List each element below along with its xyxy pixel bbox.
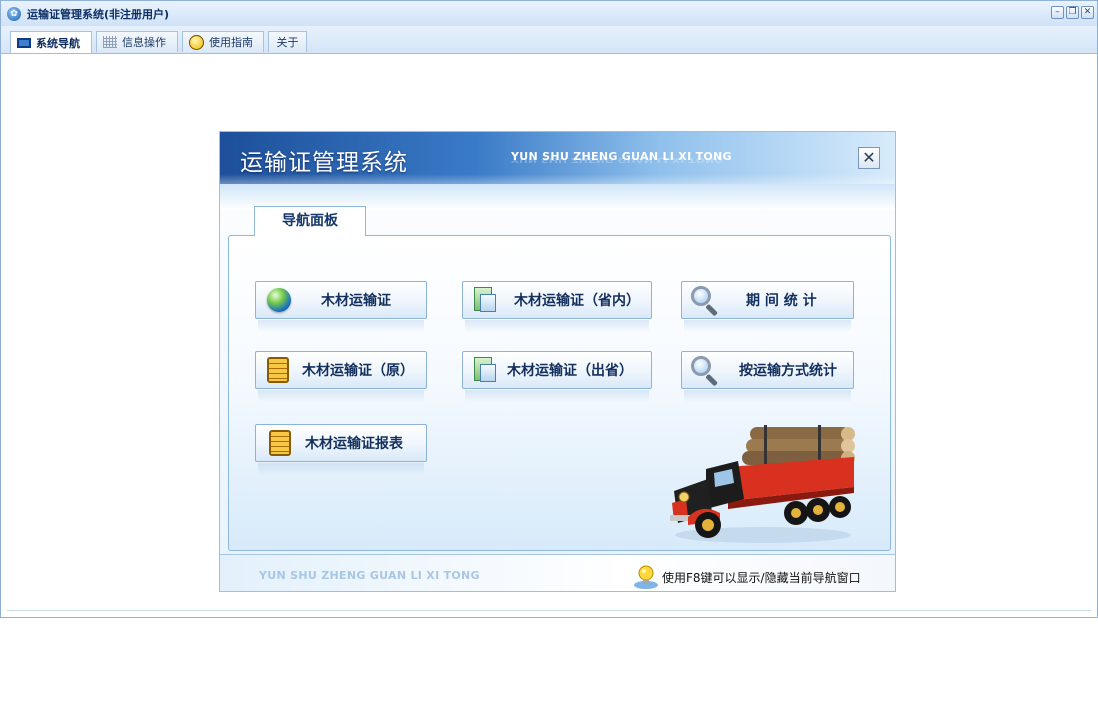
dialog-subtitle-reflection: YUN SHU ZHENG GUAN LI XI TONG: [511, 156, 724, 164]
tab-label: 信息操作: [122, 36, 166, 49]
tab-user-guide[interactable]: 使用指南: [182, 31, 264, 52]
dialog-footer: YUN SHU ZHENG GUAN LI XI TONG 使用F8键可以显示/…: [220, 554, 895, 591]
tab-navigation-panel[interactable]: 导航面板: [254, 206, 366, 236]
lightbulb-icon: [634, 565, 658, 589]
button-label: 木材运输证（省内）: [514, 293, 640, 309]
monitor-icon: [17, 37, 31, 48]
button-label: 木材运输证报表: [305, 436, 403, 452]
help-icon: [189, 34, 204, 50]
card-icon: [474, 287, 496, 313]
tab-label: 使用指南: [209, 36, 253, 49]
transport-mode-statistics-button[interactable]: 按运输方式统计: [681, 351, 854, 402]
tab-strip: 系统导航 信息操作 使用指南 关于: [1, 26, 1097, 54]
title-bar: ✿ 运输证管理系统(非注册用户) – ❐ ✕: [1, 1, 1097, 27]
button-label: 木材运输证: [321, 293, 391, 309]
dialog-close-button[interactable]: ✕: [858, 147, 880, 169]
card-icon: [474, 357, 496, 383]
footer-hint: 使用F8键可以显示/隐藏当前导航窗口: [662, 571, 861, 585]
button-label: 木材运输证（出省）: [507, 363, 633, 379]
footer-brand: YUN SHU ZHENG GUAN LI XI TONG: [259, 569, 480, 582]
document-icon: [267, 357, 289, 383]
button-label: 木材运输证（原）: [302, 363, 414, 379]
log-truck-illustration: [670, 425, 855, 543]
globe-icon: [267, 288, 291, 312]
button-label: 期 间 统 计: [746, 293, 817, 309]
timber-permit-button[interactable]: 木材运输证: [255, 281, 427, 332]
timber-permit-in-province-button[interactable]: 木材运输证（省内）: [462, 281, 652, 332]
window-controls: – ❐ ✕: [1051, 6, 1094, 19]
tab-label: 系统导航: [36, 36, 80, 50]
restore-button[interactable]: ❐: [1066, 6, 1079, 19]
navigation-dialog: 运输证管理系统 YUN SHU ZHENG GUAN LI XI TONG YU…: [219, 131, 896, 592]
app-logo-icon: ✿: [7, 6, 21, 21]
timber-permit-out-province-button[interactable]: 木材运输证（出省）: [462, 351, 652, 402]
tab-system-navigation[interactable]: 系统导航: [10, 31, 92, 53]
timber-permit-original-button[interactable]: 木材运输证（原）: [255, 351, 427, 402]
timber-permit-report-button[interactable]: 木材运输证报表: [255, 424, 427, 475]
magnifier-icon: [691, 356, 719, 387]
dialog-title: 运输证管理系统: [240, 150, 408, 176]
period-statistics-button[interactable]: 期 间 统 计: [681, 281, 854, 332]
grid-icon: [103, 36, 117, 48]
button-label: 按运输方式统计: [739, 363, 837, 379]
tab-info-operations[interactable]: 信息操作: [96, 31, 178, 52]
document-icon: [269, 430, 291, 456]
tab-about[interactable]: 关于: [268, 31, 307, 52]
close-button[interactable]: ✕: [1081, 6, 1094, 19]
dialog-header: 运输证管理系统 YUN SHU ZHENG GUAN LI XI TONG YU…: [220, 132, 895, 184]
window-title: 运输证管理系统(非注册用户): [27, 7, 170, 21]
minimize-button[interactable]: –: [1051, 6, 1064, 19]
magnifier-icon: [691, 286, 719, 317]
tab-label: 关于: [276, 36, 299, 49]
content-divider: [7, 610, 1091, 611]
